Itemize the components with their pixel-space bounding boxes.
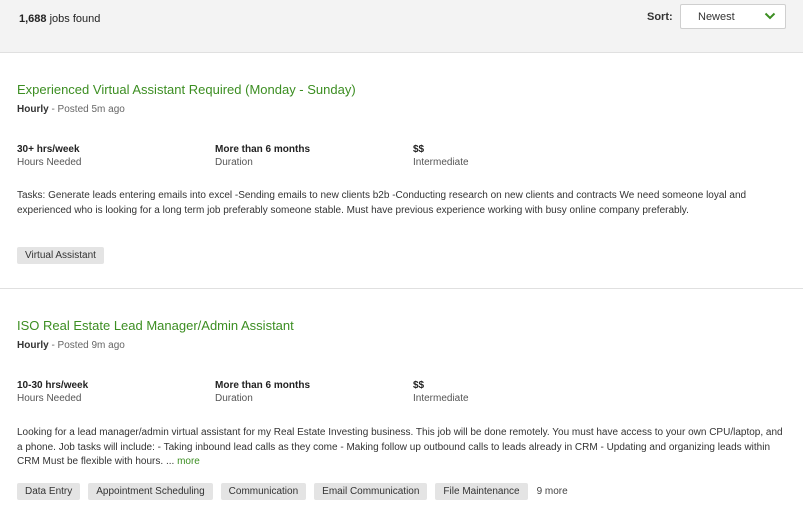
skill-tag[interactable]: Appointment Scheduling (88, 483, 213, 500)
sort-label: Sort: (647, 11, 673, 23)
experience-level: $$ Intermediate (413, 380, 469, 404)
job-meta: Hourly - Posted 9m ago (17, 340, 125, 351)
jobs-found-count: 1,688 jobs found (19, 13, 101, 25)
skill-tag[interactable]: Virtual Assistant (17, 247, 104, 264)
job-title-link[interactable]: ISO Real Estate Lead Manager/Admin Assis… (17, 318, 294, 333)
job-card: Experienced Virtual Assistant Required (… (0, 53, 803, 289)
skill-tag[interactable]: Communication (220, 483, 307, 500)
hours-needed: 30+ hrs/week Hours Needed (17, 144, 82, 168)
more-tags-link[interactable]: 9 more (537, 486, 568, 497)
duration: More than 6 months Duration (215, 380, 311, 404)
job-description: Tasks: Generate leads entering emails in… (17, 190, 747, 216)
chevron-down-icon (764, 12, 776, 20)
skill-tag[interactable]: File Maintenance (435, 483, 528, 500)
more-link[interactable]: more (177, 456, 200, 467)
duration: More than 6 months Duration (215, 144, 311, 168)
skill-tag[interactable]: Email Communication (314, 483, 428, 500)
job-title-link[interactable]: Experienced Virtual Assistant Required (… (17, 82, 356, 97)
sort-dropdown[interactable]: Newest (680, 4, 786, 29)
results-header: 1,688 jobs found Sort: Newest (0, 0, 803, 53)
skill-tags: Virtual Assistant (17, 247, 104, 264)
job-meta: Hourly - Posted 5m ago (17, 104, 125, 115)
job-description: Looking for a lead manager/admin virtual… (17, 427, 783, 467)
sort-selected-value: Newest (698, 10, 735, 23)
skill-tags: Data Entry Appointment Scheduling Commun… (17, 483, 568, 500)
experience-level: $$ Intermediate (413, 144, 469, 168)
job-card: ISO Real Estate Lead Manager/Admin Assis… (0, 290, 803, 522)
hours-needed: 10-30 hrs/week Hours Needed (17, 380, 89, 404)
skill-tag[interactable]: Data Entry (17, 483, 81, 500)
